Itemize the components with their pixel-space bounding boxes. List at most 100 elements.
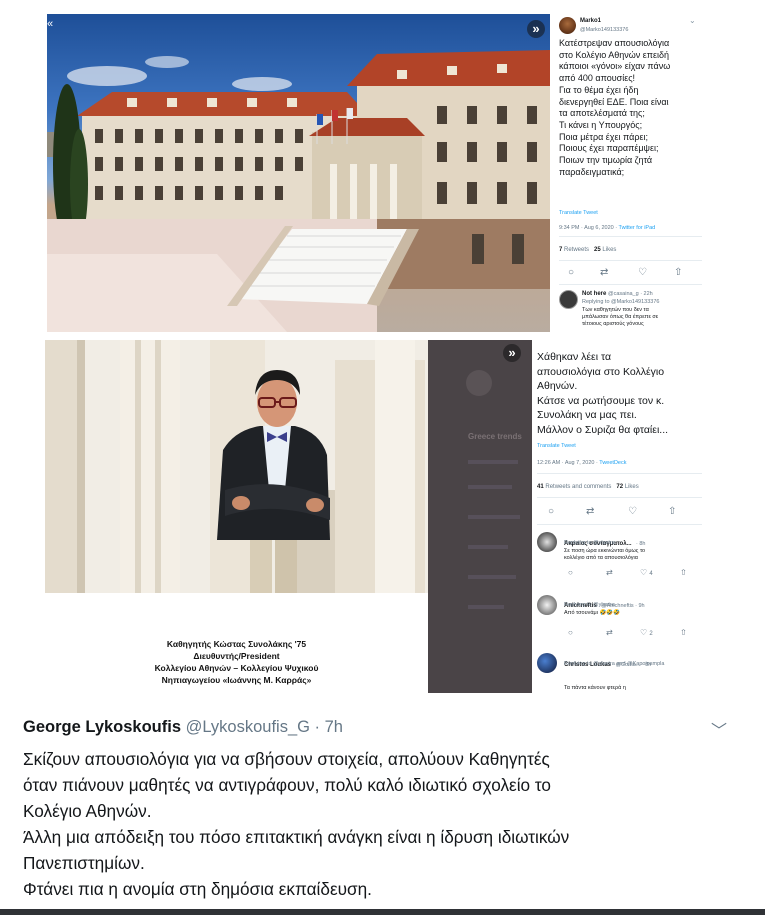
tweet2-time-text: 12:26 AM · Aug 7, 2020 · [537, 460, 600, 466]
tweet1-body-line: Τι κάνει η Υπουργός; [559, 119, 643, 130]
overlay-heading: Greece trends [468, 432, 522, 441]
tweet1-source-link[interactable]: Twitter for iPad [619, 225, 656, 231]
overlay-blur-bar [468, 460, 518, 464]
embedded-tweet-ylastra[interactable]: Χάθηκαν λέει τα απουσιολόγια στο Κολλέγι… [532, 340, 706, 696]
marko1-avatar[interactable] [559, 17, 576, 34]
reply-icon[interactable]: ○ [548, 506, 554, 517]
reply-like-icon[interactable]: ♡ 2 [640, 628, 653, 637]
retweet-icon[interactable]: ⇄ [586, 506, 594, 517]
reply-icon[interactable]: ○ [568, 267, 574, 278]
tweet2-retweet-label: Retweets and comments [545, 484, 612, 490]
blurred-sidebar-overlay: » Greece trends [428, 340, 532, 693]
tweet1-body-line: τα αποτελέσματά της; [559, 108, 645, 119]
expand-media-button[interactable]: » [527, 20, 545, 38]
tweet1-like-label: Likes [602, 247, 617, 253]
divider [559, 260, 702, 261]
reply1-text: μπάλωσαν όπως θα έπρεπε σε [582, 314, 659, 320]
retweet-icon[interactable]: ⇄ [600, 267, 608, 278]
tweet2-translate-link[interactable]: Translate Tweet [537, 443, 576, 449]
building-illustration [47, 50, 550, 332]
reply1-header[interactable]: Not here @casaina_g · 22h [582, 291, 653, 297]
tweet2-like-count: 72 [616, 484, 624, 490]
president-portrait-photo[interactable]: Καθηγητής Κώστας Συνολάκης '75 Διευθυντή… [45, 340, 428, 693]
tweet1-engagement-stats[interactable]: 7 Retweets 25 Likes [559, 247, 616, 253]
tweet1-like-count: 25 [594, 247, 601, 253]
reply-reply-icon[interactable]: ○ [568, 628, 573, 637]
reply1-author-handle[interactable]: @casaina_g · 22h [608, 291, 653, 297]
reply-replying-to[interactable]: Replying to @ylastra [564, 602, 615, 608]
school-building-photo[interactable]: » « [47, 14, 550, 332]
main-tweet-more-icon[interactable]: ﹀ [711, 717, 727, 741]
overlay-blur-bar [468, 485, 512, 489]
main-tweet-text-line: Κολέγιο Αθηνών. [23, 801, 152, 821]
caption-line: Διευθυντής/President [193, 651, 280, 661]
reply-avatar[interactable] [537, 532, 557, 552]
reply-avatar[interactable] [537, 595, 557, 615]
tweet1-translate-link[interactable]: Translate Tweet [559, 210, 598, 216]
not-here-avatar[interactable] [559, 290, 578, 309]
reply-retweet-icon[interactable]: ⇄ [606, 628, 613, 637]
tweet1-body-line: Κατέστρεψαν απουσιολόγια [559, 38, 670, 48]
tweet1-body-line: Ποιων την τιμωρία ζητά [559, 155, 653, 165]
embedded-tweet-marko1[interactable]: Marko1 @Marko149133376 ⌄ Κατέστρεψαν απο… [556, 14, 706, 332]
overlay-blur-bar [468, 605, 504, 609]
tweet1-body-line: στο Κολέγιο Αθηνών επειδή [559, 49, 670, 60]
reply1-replying-to[interactable]: Replying to @Marko149133376 [582, 299, 659, 305]
scroll-left-icon: « [47, 18, 54, 30]
reply1-author-name[interactable]: Not here [582, 291, 606, 297]
reply-text: Από τσουνάμι 🤣🤣🤣 [564, 610, 620, 616]
overlay-blur-bar [468, 545, 508, 549]
reply-like-icon[interactable]: ♡ 4 [640, 568, 653, 577]
tweet1-more-icon[interactable]: ⌄ [689, 16, 696, 25]
tweet2-source-link[interactable]: TweetDeck [599, 460, 626, 466]
overlay-blur-bar [468, 515, 520, 519]
share-icon[interactable]: ⇧ [674, 267, 682, 278]
main-tweet-author-name[interactable]: George Lykoskoufis [23, 718, 181, 736]
tweet1-body-line: Για το θέμα έχει ήδη [559, 84, 639, 95]
reply-replying-to[interactable]: Replying to @ylastra and @Kapoiosmpla [564, 661, 664, 667]
tweet1-retweet-label: Retweets [564, 247, 590, 253]
tweet1-body-line: Ποιους έχει παραπέμψει; [559, 143, 659, 154]
reply-share-icon[interactable]: ⇧ [680, 568, 687, 577]
divider [559, 284, 702, 285]
tweet2-timestamp[interactable]: 12:26 AM · Aug 7, 2020 · TweetDeck [537, 460, 627, 466]
tweet1-author-handle[interactable]: @Marko149133376 [580, 27, 628, 33]
main-tweet-header[interactable]: George Lykoskoufis @Lykoskoufis_G · 7h [23, 718, 343, 737]
main-tweet-author-handle[interactable]: @Lykoskoufis_G · 7h [186, 718, 343, 736]
reply-replying-to[interactable]: Replying to @ylastra [564, 540, 615, 546]
reply1-text: τέτοιους αριστούς γόνους [582, 321, 644, 327]
reply-reply-icon[interactable]: ○ [568, 568, 573, 577]
tweet1-author-name[interactable]: Marko1 [580, 18, 601, 24]
tweet1-body-line: κάποιοι «γόνοι» είχαν πάνω [559, 61, 671, 72]
bottom-edge-bar [0, 909, 765, 915]
tweet1-body-line: διενεργηθεί ΕΔΕ. Ποια είναι [559, 96, 669, 107]
overlay-avatar-blur [466, 370, 492, 396]
tweet2-body-line: Αθηνών. [537, 380, 578, 393]
like-icon[interactable]: ♡ [628, 506, 637, 517]
reply-text: κολλέγιο από τα απουσιολόγια [564, 555, 638, 561]
tweet2-retweet-count: 41 [537, 484, 544, 490]
tweet1-body-line: παραδειγματικά; [559, 166, 625, 177]
reply-like-count: 2 [649, 631, 653, 637]
tweet1-time-text: 9:34 PM · Aug 6, 2020 · [559, 225, 619, 231]
reply-retweet-icon[interactable]: ⇄ [606, 568, 613, 577]
portrait-illustration [45, 340, 428, 593]
reply-text: Σε ποση ώρα εκκινώνται όμως το [564, 548, 646, 554]
share-icon[interactable]: ⇧ [668, 506, 676, 517]
photo-caption: Καθηγητής Κώστας Συνολάκης '75 Διευθυντή… [45, 593, 428, 693]
reply-avatar[interactable] [537, 653, 557, 673]
main-tweet-text-line: Πανεπιστημίων. [23, 853, 145, 873]
divider [559, 236, 702, 237]
tweet2-body-line: απουσιολόγια στο Κολλέγιο [537, 365, 665, 378]
like-icon[interactable]: ♡ [638, 267, 647, 278]
reply-time: · 8h [636, 541, 646, 547]
caption-line: Νηπιαγωγείου «Ιωάννης Μ. Καρράς» [161, 675, 312, 685]
tweet1-timestamp[interactable]: 9:34 PM · Aug 6, 2020 · Twitter for iPad [559, 225, 655, 231]
tweet2-body-line: Χάθηκαν λέει τα [537, 351, 612, 363]
reply-like-count: 4 [649, 571, 653, 577]
expand-media-button[interactable]: » [503, 344, 521, 362]
tweet2-body-line: Κάτσε να ρωτήσουμε τον κ. [537, 394, 665, 407]
tweet2-engagement-stats[interactable]: 41 Retweets and comments 72 Likes [537, 484, 639, 490]
reply-share-icon[interactable]: ⇧ [680, 628, 687, 637]
main-tweet-text-line: Φτάνει πια η ανομία στη δημόσια εκπαίδευ… [23, 879, 372, 899]
